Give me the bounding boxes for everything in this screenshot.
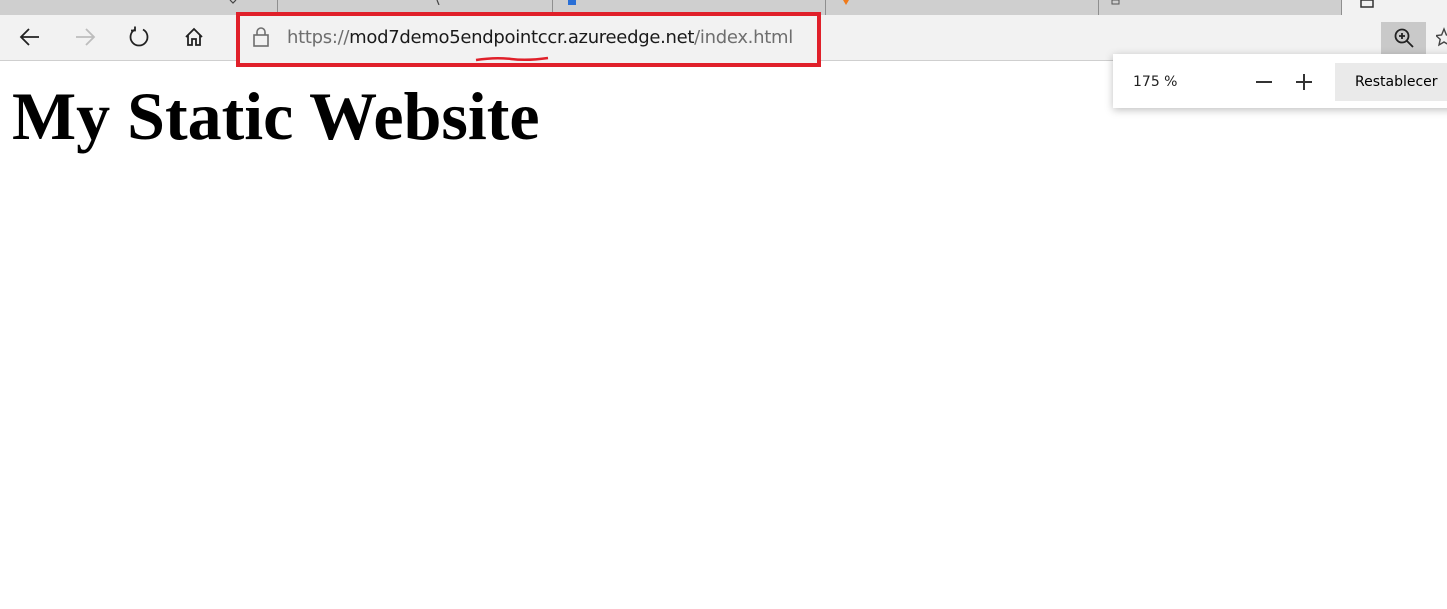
browser-tab-active[interactable] xyxy=(1342,0,1447,15)
tab-close-icon[interactable] xyxy=(433,0,443,5)
red-underline-annotation xyxy=(475,56,549,62)
zoom-in-button[interactable] xyxy=(1289,67,1319,97)
url-domain: mod7demo5endpointccr.azureedge.net xyxy=(349,27,695,48)
refresh-icon xyxy=(129,26,149,47)
url-path: /index.html xyxy=(694,27,793,48)
browser-tab[interactable] xyxy=(826,0,1099,15)
tab-favicon-icon xyxy=(568,0,576,5)
page-title: My Static Website xyxy=(12,78,540,154)
url-text[interactable]: https://mod7demo5endpointccr.azureedge.n… xyxy=(287,27,793,48)
zoom-popup: 175 % Restablecer xyxy=(1113,54,1447,108)
zoom-in-icon xyxy=(1394,28,1414,48)
url-scheme: https:// xyxy=(287,27,350,48)
address-bar[interactable]: https://mod7demo5endpointccr.azureedge.n… xyxy=(236,12,821,67)
home-button[interactable] xyxy=(176,19,212,55)
tab-favicon-icon xyxy=(843,0,849,5)
zoom-out-button[interactable] xyxy=(1249,67,1279,97)
favorite-star-icon[interactable] xyxy=(1436,27,1447,47)
refresh-button[interactable] xyxy=(121,19,157,55)
lock-icon xyxy=(253,27,269,47)
zoom-button[interactable] xyxy=(1381,22,1426,54)
zoom-level-text: 175 % xyxy=(1133,74,1178,90)
tab-close-icon[interactable] xyxy=(228,0,238,5)
browser-tab[interactable] xyxy=(1099,0,1342,15)
home-icon xyxy=(185,27,203,46)
minus-icon xyxy=(1256,81,1272,83)
tab-icon xyxy=(1360,0,1374,8)
plus-icon xyxy=(1296,74,1312,90)
tab-favicon-icon xyxy=(1111,0,1120,5)
forward-button[interactable] xyxy=(67,19,103,55)
arrow-left-icon xyxy=(19,28,39,46)
reset-zoom-label: Restablecer xyxy=(1355,74,1438,90)
back-button[interactable] xyxy=(12,19,48,55)
arrow-right-icon xyxy=(76,28,96,46)
reset-zoom-button[interactable]: Restablecer xyxy=(1335,63,1447,101)
